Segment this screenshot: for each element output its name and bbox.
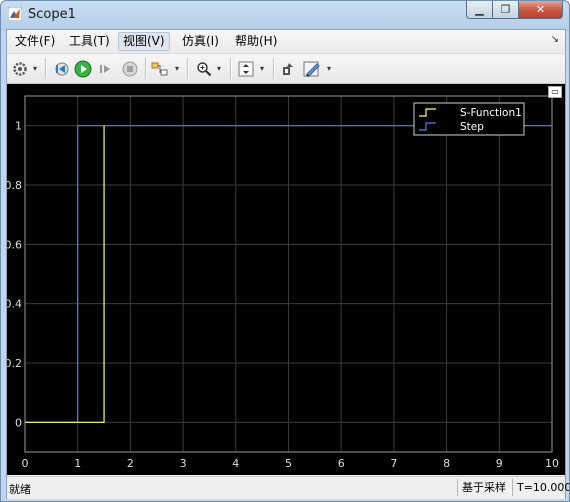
x-tick-label: 3 xyxy=(180,457,187,470)
maximize-icon: ❐ xyxy=(500,3,511,16)
step-back-icon xyxy=(55,62,69,76)
menu-help[interactable]: 帮助(H) xyxy=(231,32,281,51)
y-tick-label: 0.2 xyxy=(7,357,22,370)
style-button[interactable] xyxy=(302,59,322,79)
maximize-button[interactable]: ❐ xyxy=(493,1,519,19)
autoscale-button[interactable] xyxy=(236,59,256,79)
zoom-dropdown-icon[interactable]: ▾ xyxy=(217,64,221,73)
toolbar: ▾ ▾ ▾ ▾ ▾ xyxy=(7,54,565,84)
window-title: Scope1 xyxy=(28,7,76,22)
step-back-button[interactable] xyxy=(51,59,71,79)
close-button[interactable]: ✕ xyxy=(519,1,563,19)
step-forward-button[interactable] xyxy=(96,59,116,79)
status-bar: 就绪 基于采样 T=10.000 xyxy=(7,476,569,499)
menu-simulation[interactable]: 仿真(I) xyxy=(178,32,223,51)
y-tick-label: 0.4 xyxy=(7,298,22,311)
x-tick-label: 5 xyxy=(285,457,292,470)
matlab-icon xyxy=(8,7,22,21)
status-sample-mode: 基于采样 xyxy=(457,479,511,496)
restore-layout-button[interactable] xyxy=(278,59,298,79)
legend-label: Step xyxy=(460,121,484,133)
x-tick-label: 9 xyxy=(496,457,503,470)
y-tick-label: 0.6 xyxy=(7,238,22,251)
status-ready: 就绪 xyxy=(9,483,31,496)
title-bar[interactable]: Scope1 ▁ ❐ ✕ xyxy=(1,1,569,29)
style-icon xyxy=(303,61,320,77)
run-icon xyxy=(74,60,92,78)
highlight-dropdown-icon[interactable]: ▾ xyxy=(175,64,179,73)
x-tick-label: 4 xyxy=(232,457,239,470)
restore-layout-icon xyxy=(283,63,293,75)
highlight-block-button[interactable] xyxy=(150,59,170,79)
close-icon: ✕ xyxy=(535,3,546,16)
autoscale-dropdown-icon[interactable]: ▾ xyxy=(260,64,264,73)
y-tick-label: 1 xyxy=(15,120,22,133)
menu-overflow-icon[interactable]: ↘ xyxy=(551,34,559,45)
legend-label: S-Function1 xyxy=(460,107,522,119)
x-tick-label: 7 xyxy=(390,457,397,470)
menu-tools[interactable]: 工具(T) xyxy=(65,32,114,51)
undock-icon: ▭ xyxy=(551,87,559,96)
menu-bar: 文件(F) 工具(T) 视图(V) 仿真(I) 帮助(H) ↘ xyxy=(7,30,565,54)
scope-chart: 0 1 2 3 4 5 6 7 8 9 10 0 0.2 0.4 0.6 0.8 1 S-Function1 Ste… xyxy=(5,95,559,470)
x-tick-label: 2 xyxy=(127,457,134,470)
stop-button[interactable] xyxy=(120,59,140,79)
settings-dropdown-icon[interactable]: ▾ xyxy=(33,64,37,73)
x-tick-label: 8 xyxy=(443,457,450,470)
y-tick-label: 0.8 xyxy=(7,179,22,192)
settings-icon xyxy=(13,62,27,76)
x-tick-label: 0 xyxy=(22,457,29,470)
autoscale-icon xyxy=(238,61,254,77)
plot-area[interactable]: ▭ 0 1 2 3 4 5 6 7 8 9 10 0 0.2 0.4 0.6 0.8 1 S-Function1 S… xyxy=(5,84,565,475)
run-button[interactable] xyxy=(73,59,93,79)
undock-axes-button[interactable]: ▭ xyxy=(548,86,562,98)
y-tick-label: 0 xyxy=(15,416,22,429)
step-forward-icon xyxy=(100,65,110,73)
settings-button[interactable] xyxy=(10,59,30,79)
minimize-button[interactable]: ▁ xyxy=(466,1,493,19)
menu-view[interactable]: 视图(V) xyxy=(118,32,170,51)
status-time: T=10.000 xyxy=(512,479,569,496)
minimize-icon: ▁ xyxy=(475,3,484,16)
x-tick-label: 10 xyxy=(545,457,559,470)
scope-client-area: 文件(F) 工具(T) 视图(V) 仿真(I) 帮助(H) ↘ ▾ ▾ ▾ ▾ … xyxy=(5,29,569,499)
menu-file[interactable]: 文件(F) xyxy=(11,32,59,51)
style-dropdown-icon[interactable]: ▾ xyxy=(327,64,331,73)
zoom-icon xyxy=(197,62,212,77)
series-line-sfunction1 xyxy=(25,125,105,423)
highlight-block-icon xyxy=(151,62,168,76)
x-tick-label: 6 xyxy=(338,457,345,470)
stop-icon xyxy=(122,61,138,77)
scope-window: Scope1 ▁ ❐ ✕ 文件(F) 工具(T) 视图(V) 仿真(I) 帮助(… xyxy=(0,0,570,502)
x-tick-label: 1 xyxy=(74,457,81,470)
zoom-button[interactable] xyxy=(194,59,214,79)
